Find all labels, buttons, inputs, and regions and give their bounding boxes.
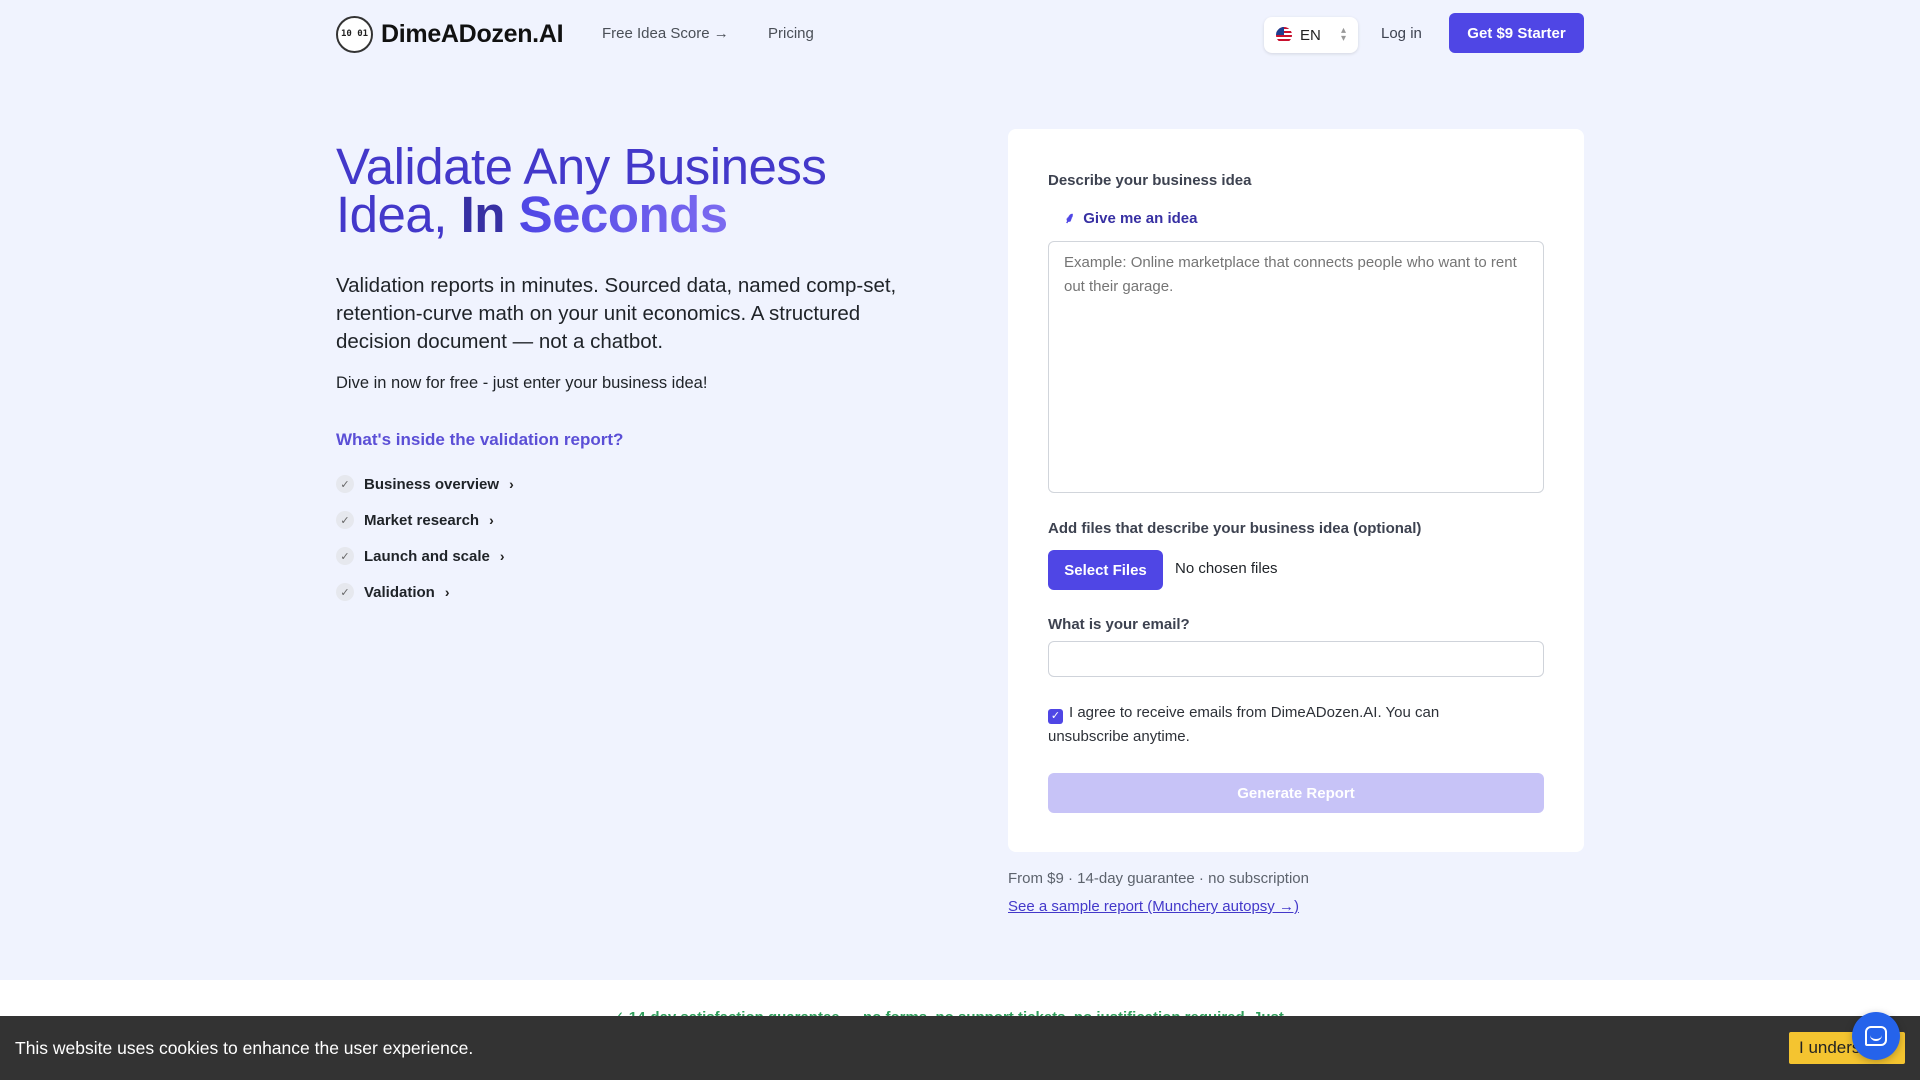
- us-flag-icon: [1276, 27, 1292, 43]
- give-idea-label: Give me an idea: [1083, 209, 1198, 227]
- give-me-an-idea-button[interactable]: ⸙ Give me an idea: [1064, 208, 1198, 228]
- idea-form-card: Describe your business idea ⸙ Give me an…: [1008, 129, 1584, 852]
- get-starter-button[interactable]: Get $9 Starter: [1449, 13, 1584, 53]
- chat-icon: [1865, 1026, 1887, 1046]
- chevron-updown-icon: ▴ ▾: [1340, 25, 1346, 44]
- files-label: Add files that describe your business id…: [1048, 520, 1422, 537]
- consent-text: I agree to receive emails from DimeADoze…: [1048, 704, 1440, 745]
- check-icon: ✓: [336, 547, 354, 565]
- check-icon: ✓: [336, 511, 354, 529]
- report-contents-list: ✓ Business overview › ✓ Market research …: [336, 466, 514, 610]
- hero-title-in: In: [460, 186, 519, 243]
- sample-report-link[interactable]: See a sample report (Munchery autopsy →): [1008, 898, 1299, 915]
- logo-mark-icon: 10 01: [336, 16, 373, 53]
- chevron-right-icon: ›: [499, 548, 505, 564]
- nav-pricing[interactable]: Pricing: [768, 25, 814, 42]
- chevron-right-icon: ›: [489, 512, 494, 528]
- list-item-business-overview[interactable]: ✓ Business overview ›: [336, 466, 514, 502]
- language-select[interactable]: EN ▴ ▾: [1264, 17, 1358, 53]
- list-item-validation[interactable]: ✓ Validation ›: [336, 574, 514, 610]
- chevron-right-icon: ›: [509, 476, 514, 492]
- site-header: 10 01 DimeADozen.AI Free Idea Score → Pr…: [0, 0, 1920, 68]
- hero-title: Validate Any Business Idea, In Seconds: [336, 141, 896, 240]
- select-files-button[interactable]: Select Files: [1048, 550, 1163, 590]
- consent-checkbox[interactable]: ✓: [1048, 709, 1063, 724]
- login-link[interactable]: Log in: [1381, 25, 1422, 42]
- email-input[interactable]: [1048, 641, 1544, 677]
- generate-report-button[interactable]: Generate Report: [1048, 773, 1544, 813]
- describe-idea-label: Describe your business idea: [1048, 172, 1252, 189]
- no-files-text: No chosen files: [1175, 560, 1278, 577]
- list-item-label: Validation: [364, 583, 435, 601]
- logo-text: DimeADozen.AI: [381, 20, 564, 48]
- chevron-right-icon: ›: [444, 584, 450, 600]
- list-item-label: Market research: [364, 511, 480, 529]
- hero-subtitle: Validation reports in minutes. Sourced d…: [336, 274, 897, 353]
- check-icon: ✓: [336, 475, 354, 493]
- cookie-text: This website uses cookies to enhance the…: [15, 1038, 474, 1058]
- chat-launcher-button[interactable]: [1852, 1012, 1900, 1060]
- email-label: What is your email?: [1048, 616, 1190, 633]
- cookie-banner: This website uses cookies to enhance the…: [0, 1016, 1920, 1080]
- report-contents-heading: What's inside the validation report?: [336, 430, 624, 449]
- language-label: EN: [1300, 26, 1321, 44]
- list-item-label: Launch and scale: [364, 547, 490, 565]
- list-item-market-research[interactable]: ✓ Market research ›: [336, 502, 514, 538]
- list-item-launch-and-scale[interactable]: ✓ Launch and scale ›: [336, 538, 514, 574]
- consent-row: ✓ I agree to receive emails from DimeADoz…: [1048, 701, 1488, 749]
- nav-free-idea-score[interactable]: Free Idea Score →: [602, 25, 729, 42]
- pricing-note: From $9 · 14-day guarantee · no subscrip…: [1008, 870, 1309, 887]
- check-icon: ✓: [336, 583, 354, 601]
- idea-textarea[interactable]: [1048, 241, 1544, 493]
- logo[interactable]: 10 01 DimeADozen.AI: [336, 16, 564, 53]
- hero-title-seconds: Seconds: [518, 186, 729, 243]
- list-item-label: Business overview: [364, 475, 500, 493]
- magic-wand-icon: ⸙: [1064, 210, 1076, 227]
- hero-dive-text: Dive in now for free - just enter your b…: [336, 374, 708, 392]
